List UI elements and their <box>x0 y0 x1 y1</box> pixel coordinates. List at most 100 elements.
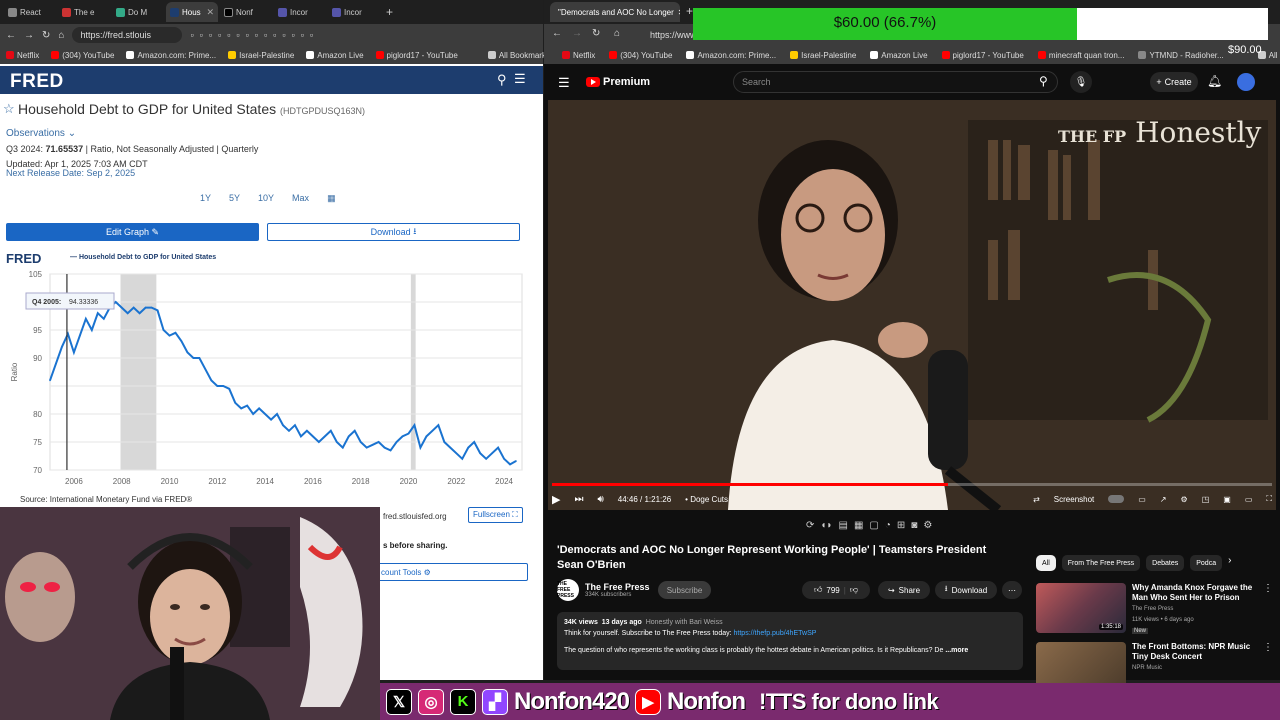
tab-the-e[interactable]: The e <box>58 2 110 22</box>
forward-icon[interactable]: → <box>572 28 582 39</box>
tab-nonf[interactable]: Nonf <box>220 2 272 22</box>
new-tab-icon[interactable]: + <box>686 4 693 18</box>
pip-icon[interactable]: ▣ <box>1223 495 1231 504</box>
youtube-logo[interactable]: Premium <box>586 76 650 88</box>
range-10y-button[interactable]: 10Y <box>258 193 274 204</box>
more-link[interactable]: ...more <box>945 647 968 654</box>
speed-icon[interactable]: ◔ <box>885 520 891 531</box>
tab-incor-2[interactable]: Incor <box>328 2 380 22</box>
fullscreen-icon[interactable]: ⛶ <box>1266 494 1272 504</box>
bookmark-amazon-prime[interactable]: Amazon.com: Prime... <box>126 51 216 60</box>
chapter-label[interactable]: • Doge Cuts <box>685 495 728 504</box>
gear-icon[interactable]: ⚙ <box>923 520 932 531</box>
bookmark-israel-palestine[interactable]: Israel-Palestine <box>790 51 856 60</box>
home-icon[interactable]: ⌂ <box>58 30 64 41</box>
recommended-video[interactable]: 1:35:18 Why Amanda Knox Forgave the Man … <box>1036 583 1273 636</box>
youtube-search-input[interactable]: Search <box>733 71 1058 93</box>
menu-icon[interactable]: ☰ <box>514 71 526 87</box>
bookmark-netflix[interactable]: Netflix <box>6 51 39 60</box>
video-progress-bar[interactable] <box>552 483 1272 486</box>
video-thumbnail[interactable]: 1:35:18 <box>1036 583 1126 633</box>
more-actions-button[interactable]: ⋯ <box>1002 581 1022 599</box>
subtitles-icon[interactable]: ▭ <box>1138 495 1146 504</box>
bookmark-amazon-live[interactable]: Amazon Live <box>306 51 364 60</box>
chevron-right-icon[interactable]: › <box>1228 555 1231 571</box>
channel-info[interactable]: THE FREE PRESS The Free Press 334K subsc… <box>557 579 650 601</box>
loop-icon[interactable]: ⟳ <box>806 520 814 531</box>
channel-name[interactable]: The Free Press <box>585 582 650 592</box>
settings-icon[interactable]: ⚙ <box>1181 495 1188 504</box>
video-description[interactable]: 34K views 13 days ago Honestly with Bari… <box>557 612 1023 670</box>
avatar[interactable] <box>1237 73 1255 91</box>
forward-icon[interactable]: → <box>24 30 34 41</box>
new-tab-icon[interactable]: + <box>386 5 393 19</box>
tab-react[interactable]: React <box>4 2 56 22</box>
bookmark-youtube[interactable]: (304) YouTube <box>609 51 672 60</box>
search-icon[interactable]: ⚲ <box>1039 74 1048 88</box>
close-icon[interactable]: ✕ <box>206 7 214 18</box>
bookmark-israel-palestine[interactable]: Israel-Palestine <box>228 51 294 60</box>
kebab-menu-icon[interactable]: ⋮ <box>1263 583 1273 636</box>
audio-icon[interactable]: ◖◗ <box>820 520 832 531</box>
chip-debates[interactable]: Debates <box>1146 555 1185 571</box>
download-button[interactable]: Download ⭳ <box>267 223 520 241</box>
back-icon[interactable]: ← <box>6 30 16 41</box>
add-icon[interactable]: ⊞ <box>897 520 905 531</box>
play-icon[interactable]: ▶ <box>552 493 560 506</box>
film-icon[interactable]: ▦ <box>854 520 863 531</box>
account-tools-button[interactable]: count Tools ⚙ <box>378 563 528 581</box>
frame-icon[interactable]: ▢ <box>869 520 878 531</box>
cinema-icon[interactable]: ▤ <box>838 520 847 531</box>
bookmark-piglord[interactable]: piglord17 - YouTube <box>941 51 1024 60</box>
bookmark-ytmnd[interactable]: YTMND - Radioher... <box>1138 51 1224 60</box>
bookmark-amazon-live[interactable]: Amazon Live <box>870 51 928 60</box>
close-icon[interactable]: ✕ <box>678 8 680 17</box>
star-icon[interactable]: ☆ <box>3 101 15 117</box>
miniplayer-icon[interactable]: ◳ <box>1202 495 1210 504</box>
extension-icons[interactable]: ▫▫▫▫▫▫▫▫▫▫▫▫▫▫ <box>190 30 319 40</box>
fred-org-link[interactable]: fred.stlouisfed.org <box>383 512 447 521</box>
volume-icon[interactable]: 🔊︎ <box>597 494 603 505</box>
like-dislike-button[interactable]: 👍︎ 799 | 👎︎ <box>802 581 870 599</box>
chip-podcasts[interactable]: Podca <box>1190 555 1223 571</box>
fred-chart[interactable]: 70 75 80 90 95 105 2006 2008 2010 2012 2014 2016 201… <box>0 262 540 494</box>
bookmark-minecraft[interactable]: minecraft quan tron... <box>1037 51 1124 60</box>
hamburger-icon[interactable]: ☰ <box>558 75 570 91</box>
observations-toggle[interactable]: Observations ⌄ <box>6 128 76 139</box>
video-player[interactable] <box>548 100 1276 510</box>
camera-icon[interactable]: ◙ <box>911 520 917 531</box>
swap-icon[interactable]: ⇄ <box>1033 495 1040 504</box>
download-video-button[interactable]: ⭳ Download <box>935 581 997 599</box>
reload-icon[interactable]: ↻ <box>42 30 50 41</box>
reload-icon[interactable]: ↻ <box>592 28 600 39</box>
home-icon[interactable]: ⌂ <box>614 28 620 39</box>
description-link[interactable]: https://thefp.pub/4hETwSP <box>734 630 817 637</box>
subscribe-button[interactable]: Subscribe <box>658 581 711 599</box>
autoplay-toggle[interactable] <box>1108 495 1125 503</box>
left-address-bar[interactable]: https://fred.stlouis <box>72 27 183 43</box>
right-address-bar[interactable]: https://www <box>650 30 697 40</box>
theater-icon[interactable]: ▭ <box>1245 495 1253 504</box>
tab-household[interactable]: Hous ✕ <box>166 2 218 22</box>
bookmark-all[interactable]: All Bookmarks <box>487 51 550 60</box>
tab-incor-1[interactable]: Incor <box>274 2 326 22</box>
chip-all[interactable]: All <box>1036 555 1056 571</box>
range-5y-button[interactable]: 5Y <box>229 193 240 204</box>
tab-youtube-video[interactable]: "Democrats and AOC No Longer✕ <box>550 2 680 22</box>
search-icon[interactable]: ⚲ <box>497 72 507 88</box>
share-button[interactable]: ↪ Share <box>878 581 930 599</box>
range-max-button[interactable]: Max <box>292 193 309 204</box>
microphone-icon[interactable]: 🎙 <box>1070 71 1092 93</box>
edit-graph-button[interactable]: Edit Graph ✎ <box>6 223 259 241</box>
range-1y-button[interactable]: 1Y <box>200 193 211 204</box>
back-icon[interactable]: ← <box>552 28 562 39</box>
chip-from-free-press[interactable]: From The Free Press <box>1061 555 1141 571</box>
bell-icon[interactable]: 🔔︎ <box>1207 74 1222 88</box>
tab-do-m[interactable]: Do M <box>112 2 164 22</box>
bookmark-youtube[interactable]: (304) YouTube <box>51 51 114 60</box>
bookmark-piglord[interactable]: piglord17 - YouTube <box>375 51 458 60</box>
fred-logo[interactable]: FRED <box>10 71 64 93</box>
external-icon[interactable]: ↗ <box>1160 495 1167 504</box>
bookmark-netflix[interactable]: Netflix <box>562 51 595 60</box>
calendar-icon[interactable]: ▦ <box>327 193 336 204</box>
